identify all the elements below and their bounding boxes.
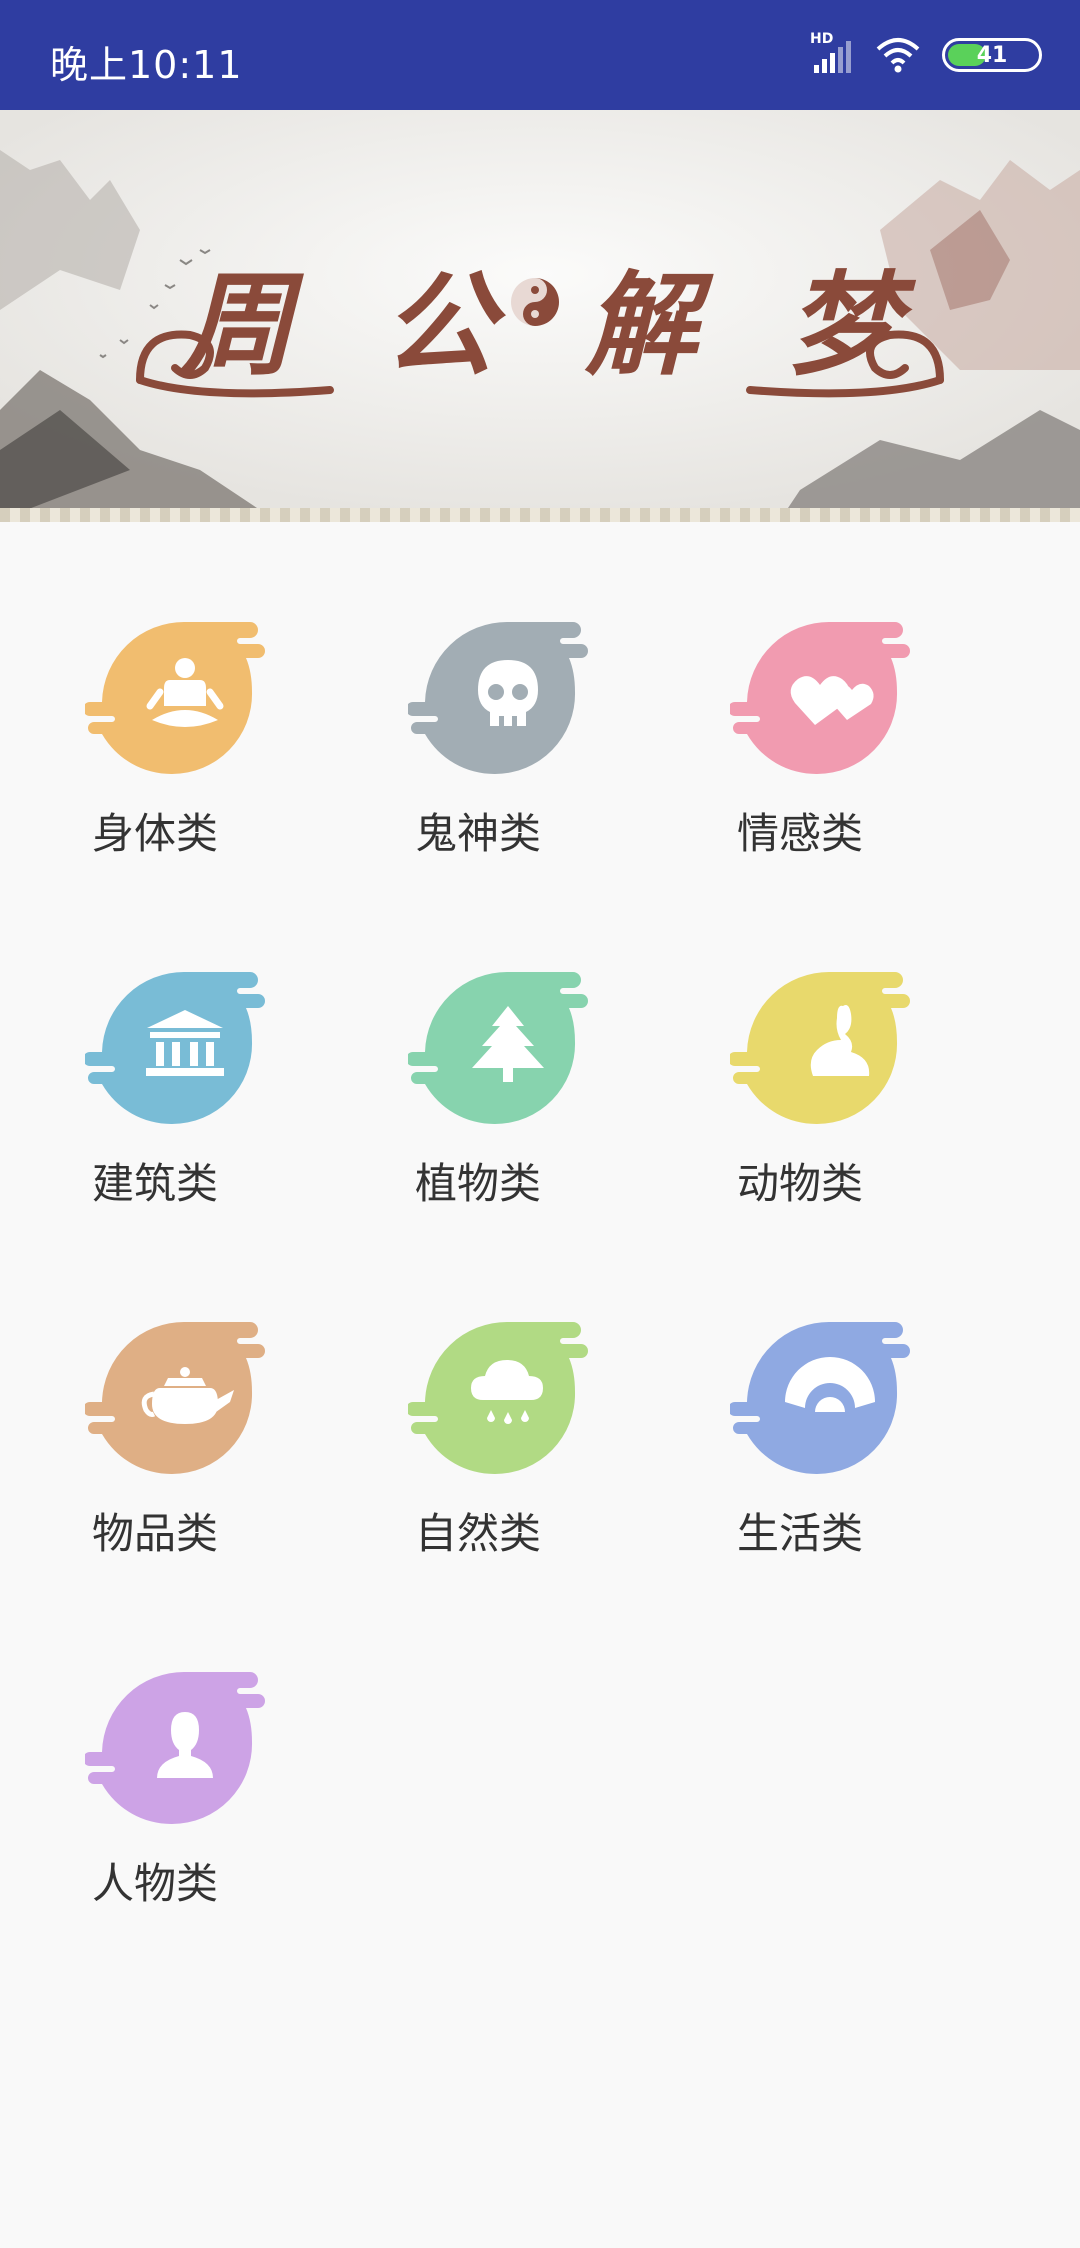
category-label: 物品类	[91, 1509, 218, 1558]
temple-building-icon	[85, 971, 265, 1125]
rain-cloud-icon	[408, 1321, 588, 1475]
header-banner: 周公解梦	[0, 110, 1080, 520]
category-item[interactable]: 人物类	[25, 1670, 285, 1920]
battery-icon: 41	[942, 38, 1042, 72]
category-label: 人物类	[91, 1859, 218, 1908]
category-item[interactable]: 植物类	[348, 970, 608, 1220]
signal-icon: HD	[810, 31, 854, 75]
hearts-icon	[730, 621, 910, 775]
category-label: 身体类	[91, 809, 218, 858]
category-label: 生活类	[736, 1509, 863, 1558]
rabbit-icon	[730, 971, 910, 1125]
category-label: 鬼神类	[414, 809, 541, 858]
folding-fan-icon	[730, 1321, 910, 1475]
person-silhouette-icon	[85, 1671, 265, 1825]
category-label: 自然类	[414, 1509, 541, 1558]
category-label: 植物类	[414, 1159, 541, 1208]
category-label: 动物类	[736, 1159, 863, 1208]
category-label: 建筑类	[91, 1159, 218, 1208]
category-label: 情感类	[736, 809, 863, 858]
category-item[interactable]: 动物类	[670, 970, 930, 1220]
category-item[interactable]: 自然类	[348, 1320, 608, 1570]
category-item[interactable]: 身体类	[25, 620, 285, 870]
teapot-icon	[85, 1321, 265, 1475]
battery-level: 41	[976, 42, 1008, 68]
category-item[interactable]: 生活类	[670, 1320, 930, 1570]
category-item[interactable]: 鬼神类	[348, 620, 608, 870]
status-icons: HD 41	[810, 30, 1042, 80]
category-item[interactable]: 情感类	[670, 620, 930, 870]
banner-title-text: 周公解梦	[181, 260, 989, 391]
wifi-icon	[876, 38, 920, 73]
meditation-person-icon	[85, 621, 265, 775]
status-time: 晚上10:11	[50, 43, 243, 87]
banner-title: 周公解梦	[0, 235, 1080, 397]
pine-tree-icon	[408, 971, 588, 1125]
category-item[interactable]: 建筑类	[25, 970, 285, 1220]
banner-border	[0, 508, 1080, 522]
skull-icon	[408, 621, 588, 775]
status-bar: 晚上10:11 HD 41	[0, 0, 1080, 110]
category-item[interactable]: 物品类	[25, 1320, 285, 1570]
